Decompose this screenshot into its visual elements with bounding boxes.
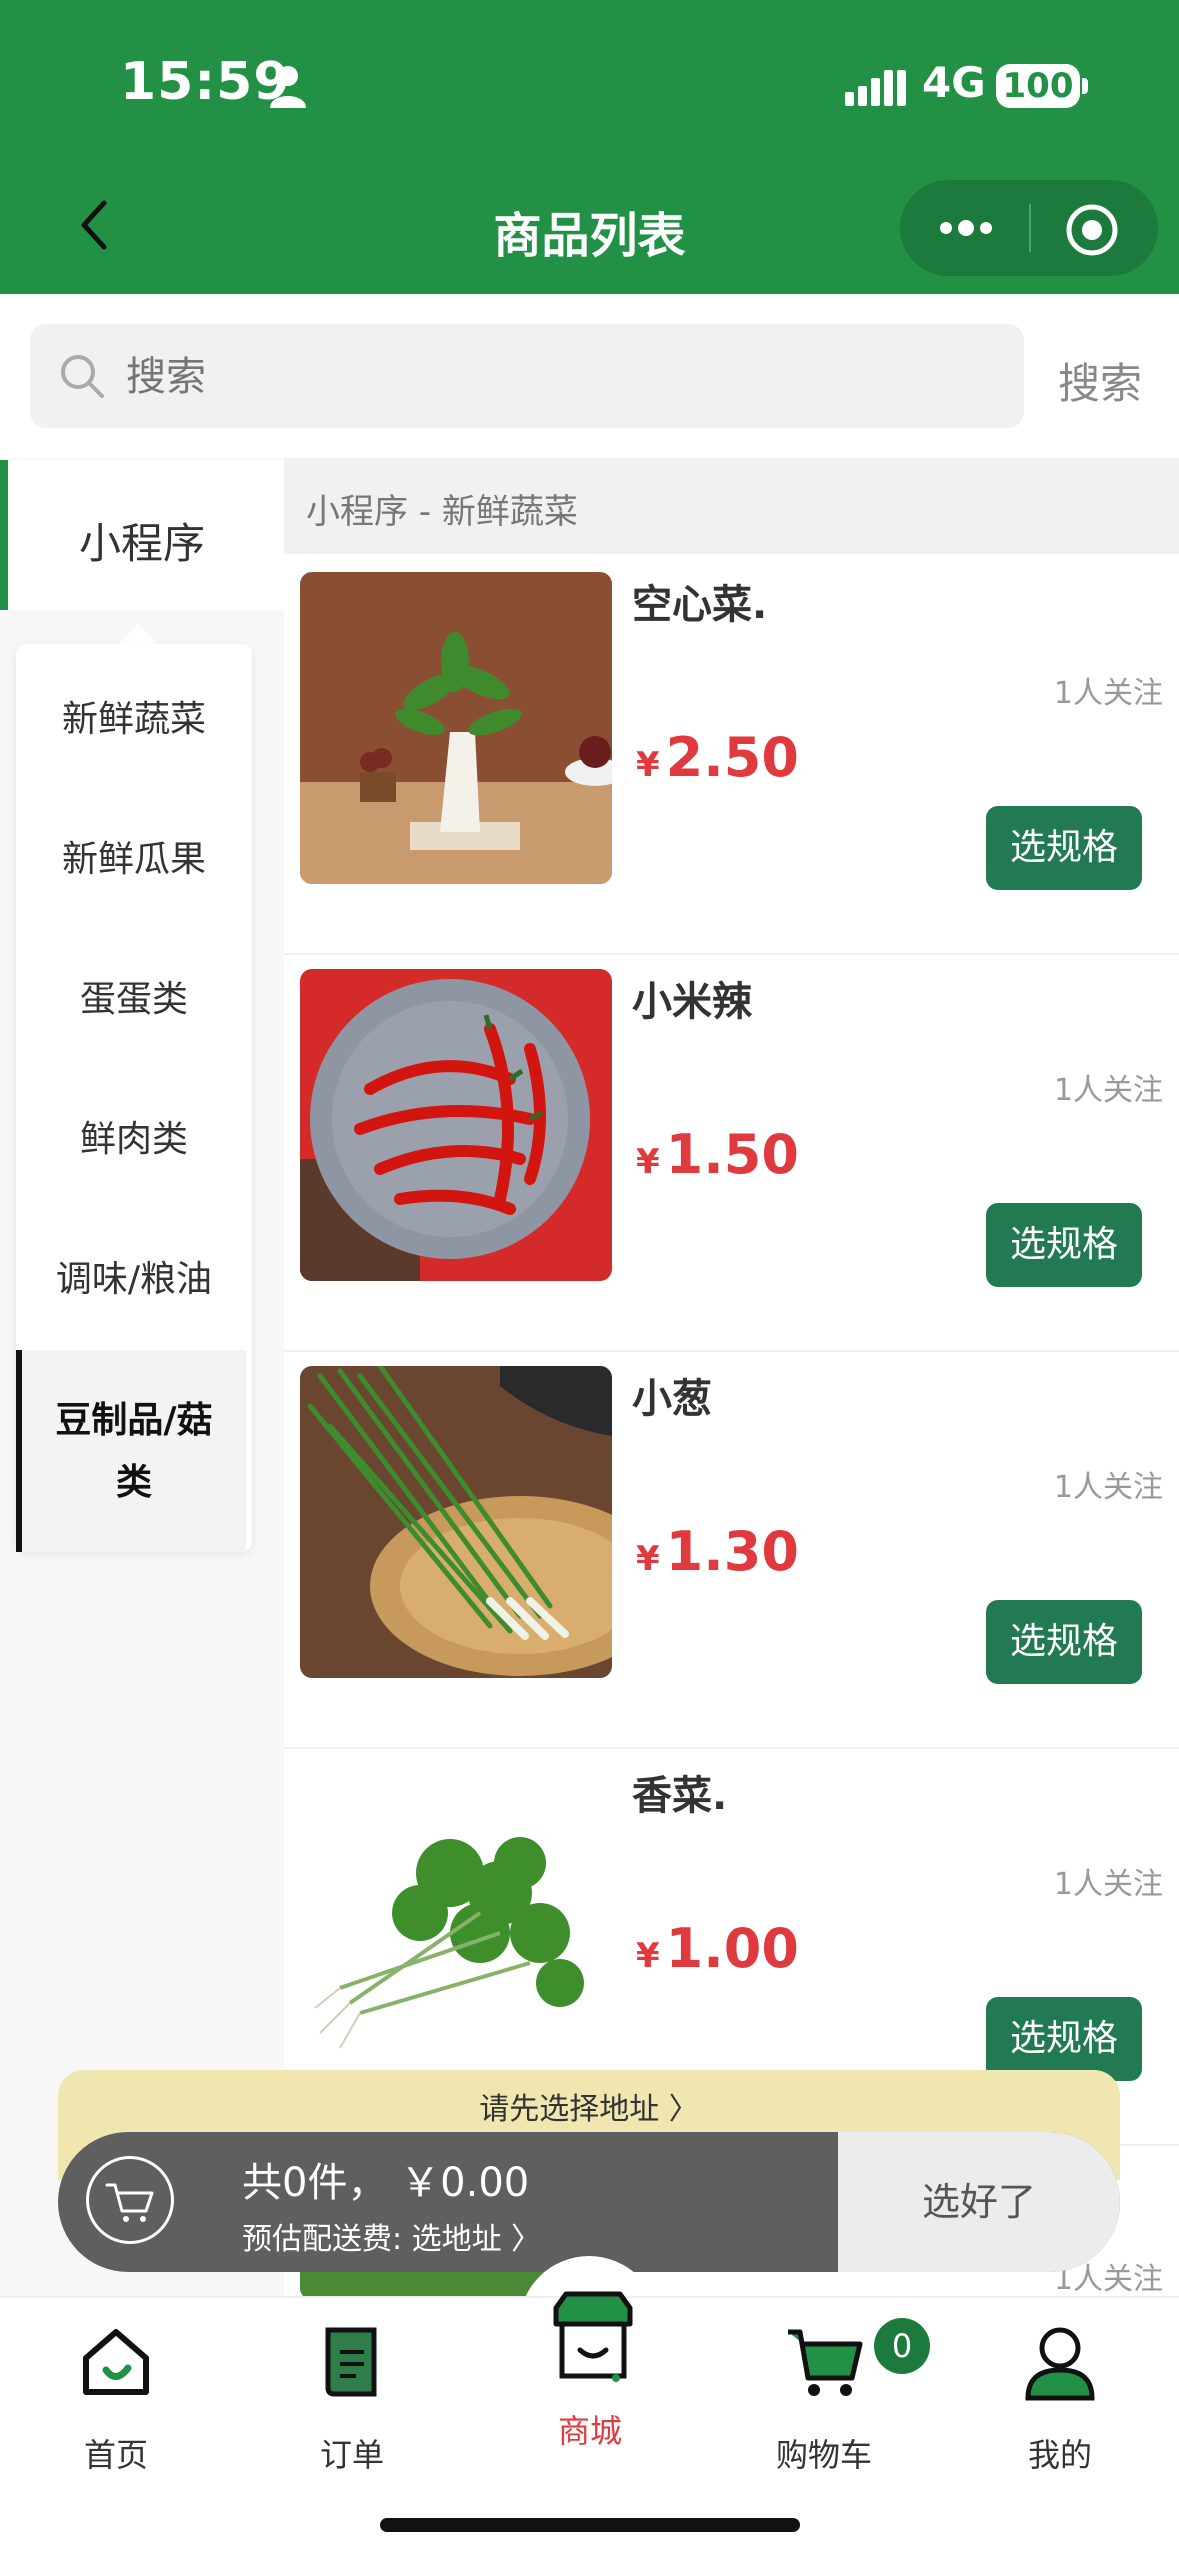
confirm-button[interactable]: 选好了 [838,2132,1120,2272]
search-icon [61,355,104,398]
cart-button[interactable] [86,2156,174,2244]
home-icon [83,2329,149,2395]
sidebar-tab-label: 小程序 [78,519,205,568]
product-followers: 1人关注 [1053,1073,1163,1108]
select-spec-button[interactable]: 选规格 [986,806,1142,890]
status-time: 15:59 [120,52,291,112]
order-icon [325,2327,377,2397]
select-spec-button[interactable]: 选规格 [986,1203,1142,1287]
home-indicator [380,2518,800,2532]
search-input[interactable] [124,348,988,406]
select-spec-button[interactable]: 选规格 [986,1600,1142,1684]
tab-label: 我的 [1027,2436,1092,2474]
product-name: 小葱 [632,1376,712,1422]
battery-tip [1082,78,1088,94]
person-icon [270,66,306,108]
cart-badge: 0 [874,2318,930,2374]
battery-indicator: 100 [996,64,1080,108]
more-icon[interactable] [936,208,996,248]
subcategory-meat[interactable]: 鲜肉类 [16,1110,252,1162]
subcategory-fresh-fruits[interactable]: 新鲜瓜果 [16,830,252,882]
category-header: 小程序 - 新鲜蔬菜 [284,458,1179,554]
sidebar-tab-mini-program[interactable]: 小程序 [0,460,284,610]
product-followers: 1人关注 [1053,1867,1163,1902]
search-box [30,324,1024,428]
cart-icon [788,2329,863,2396]
product-item[interactable]: 小葱 1人关注 ¥1.30 选规格 [284,1350,1179,1749]
tab-label: 购物车 [775,2436,872,2474]
close-target-icon[interactable] [1064,202,1120,258]
cart-total: 共0件， ￥0.00 [242,2160,530,2206]
search-button[interactable]: 搜索 [1058,350,1142,411]
select-spec-button[interactable]: 选规格 [986,1997,1142,2081]
product-followers: 1人关注 [1053,1470,1163,1505]
cart-bar: 共0件， ￥0.00 预估配送费: 选地址 〉 选好了 [58,2132,1120,2272]
product-image[interactable] [300,969,612,1281]
subcategory-eggs[interactable]: 蛋蛋类 [16,970,252,1022]
header: 15:59 4G 100 商品列表 [0,0,1179,294]
product-name: 空心菜. [632,582,768,628]
product-name: 小米辣 [632,979,752,1025]
product-image[interactable] [300,1763,612,2075]
product-name: 香菜. [632,1773,728,1819]
product-item[interactable]: 小米辣 1人关注 ¥1.50 选规格 [284,953,1179,1352]
product-price: ¥1.30 [636,1520,799,1583]
user-icon [1025,2327,1095,2401]
tab-label: 商城 [557,2412,622,2450]
cart-icon [105,2183,154,2222]
address-tip-text: 请先选择地址 〉 [479,2092,699,2127]
product-followers: 1人关注 [1053,676,1163,711]
product-image[interactable] [300,1366,612,1678]
signal-icon [845,70,906,106]
category-title: 小程序 - 新鲜蔬菜 [306,492,578,532]
mini-program-capsule [900,180,1158,276]
tab-label: 订单 [319,2436,384,2474]
product-image[interactable] [300,572,612,884]
popover-arrow [116,624,160,646]
subcategory-seasoning-oil[interactable]: 调味/粮油 [16,1250,252,1302]
product-price: ¥1.00 [636,1917,799,1980]
store-icon [553,2291,633,2382]
subcategory-tofu-mushroom[interactable]: 豆制品/菇类 [16,1350,246,1552]
capsule-divider [1029,204,1031,252]
tab-label: 首页 [83,2436,148,2474]
delivery-fee[interactable]: 预估配送费: 选地址 〉 [242,2214,541,2258]
product-price: ¥1.50 [636,1123,799,1186]
subcategory-fresh-vegetables[interactable]: 新鲜蔬菜 [16,690,252,742]
product-price: ¥2.50 [636,726,799,789]
network-type: 4G [922,58,986,107]
product-item[interactable]: 空心菜. 1人关注 ¥2.50 选规格 [284,556,1179,955]
